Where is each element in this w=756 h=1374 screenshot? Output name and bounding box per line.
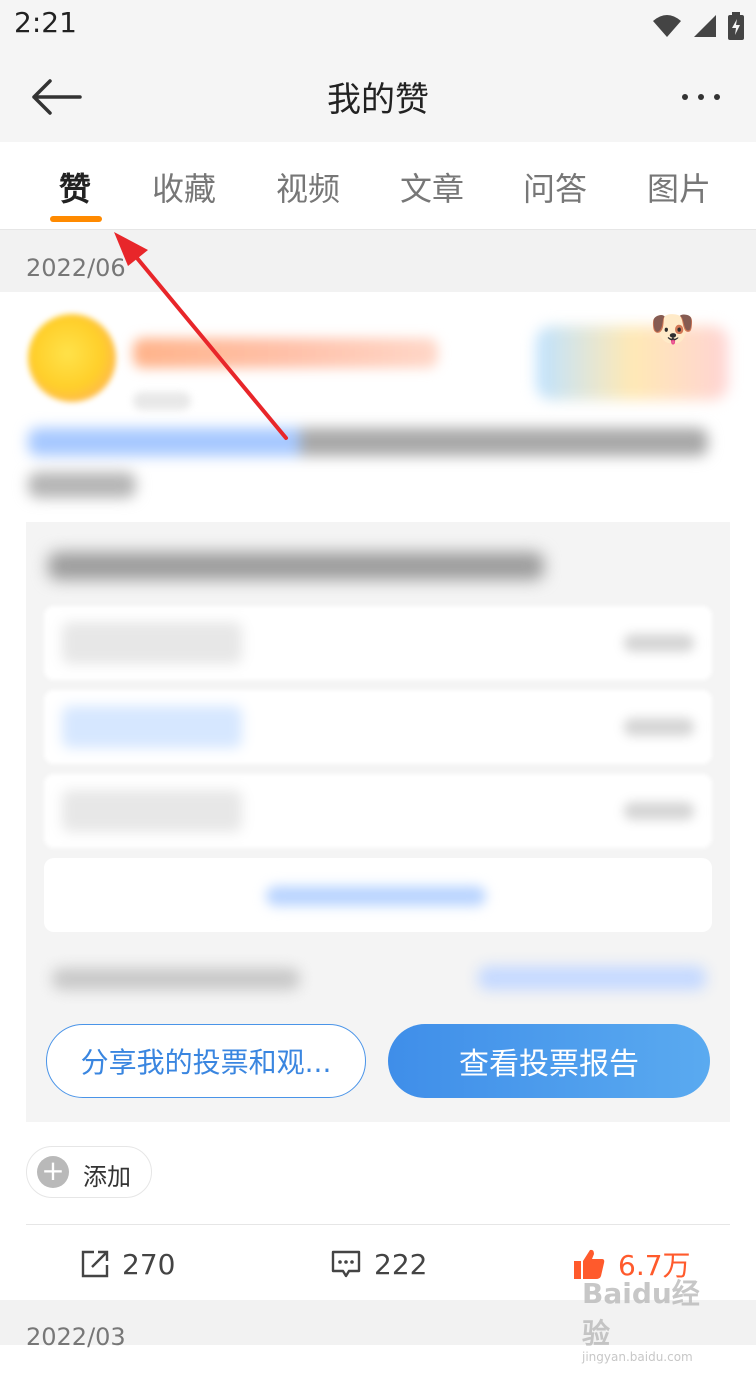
battery-icon — [728, 12, 744, 40]
add-button[interactable]: + 添加 — [26, 1146, 152, 1198]
post-text-blurred — [28, 428, 708, 456]
post-author-header: 🐶 — [28, 309, 728, 410]
post-text-blurred — [28, 472, 136, 498]
app-bar: 我的赞 — [0, 52, 756, 143]
share-count: 270 — [122, 1247, 176, 1281]
comment-count: 222 — [374, 1247, 428, 1281]
vote-link-blurred[interactable] — [478, 966, 706, 990]
vote-option[interactable] — [44, 690, 712, 764]
active-tab-indicator — [50, 216, 102, 222]
decoration-banner-blurred — [536, 326, 728, 400]
watermark-brand: Baidu经验 — [582, 1277, 700, 1350]
share-action[interactable]: 270 — [80, 1244, 175, 1284]
signal-icon — [694, 15, 716, 37]
baidu-watermark: Baidu经验 jingyan.baidu.com — [582, 1272, 722, 1364]
vote-expand-bar[interactable] — [44, 858, 712, 932]
vote-option[interactable] — [44, 774, 712, 848]
post-meta-blurred — [133, 392, 191, 410]
more-dots-icon — [682, 94, 688, 100]
divider — [26, 1224, 730, 1225]
tab-favorites[interactable]: 收藏 — [152, 164, 216, 210]
share-vote-button[interactable]: 分享我的投票和观... — [46, 1024, 366, 1098]
tab-videos[interactable]: 视频 — [276, 164, 340, 210]
comment-action[interactable]: 222 — [330, 1244, 427, 1284]
vote-option[interactable] — [44, 606, 712, 680]
tab-articles[interactable]: 文章 — [400, 164, 464, 210]
watermark-url: jingyan.baidu.com — [582, 1350, 693, 1364]
status-time: 2:21 — [14, 6, 77, 39]
vote-question-blurred — [48, 552, 544, 580]
share-icon — [81, 1250, 109, 1278]
view-vote-report-button[interactable]: 查看投票报告 — [388, 1024, 710, 1098]
dog-sticker-icon: 🐶 — [650, 309, 695, 350]
add-label: 添加 — [83, 1163, 131, 1191]
tab-bar: 赞 收藏 视频 文章 问答 图片 — [0, 142, 756, 230]
comment-icon — [331, 1250, 361, 1278]
page-title: 我的赞 — [327, 80, 429, 120]
date-label: 2022/03 — [26, 1323, 126, 1351]
liked-post-card[interactable]: 🐶 分享我的投票和观... 查看投票报告 + 添加 270 222 6.7万 — [0, 292, 756, 1300]
tab-qa[interactable]: 问答 — [523, 164, 587, 210]
avatar[interactable] — [28, 314, 116, 402]
status-bar: 2:21 — [0, 0, 756, 52]
status-icons — [652, 12, 744, 40]
author-name-blurred — [133, 338, 438, 368]
tab-likes[interactable]: 赞 — [59, 164, 91, 210]
more-button[interactable] — [674, 82, 728, 112]
wifi-icon — [653, 15, 681, 37]
date-header: 2022/06 — [0, 230, 756, 292]
plus-icon: + — [37, 1156, 69, 1188]
date-label: 2022/06 — [26, 254, 126, 282]
vote-footer-blurred — [52, 968, 300, 990]
tab-images[interactable]: 图片 — [647, 164, 711, 210]
